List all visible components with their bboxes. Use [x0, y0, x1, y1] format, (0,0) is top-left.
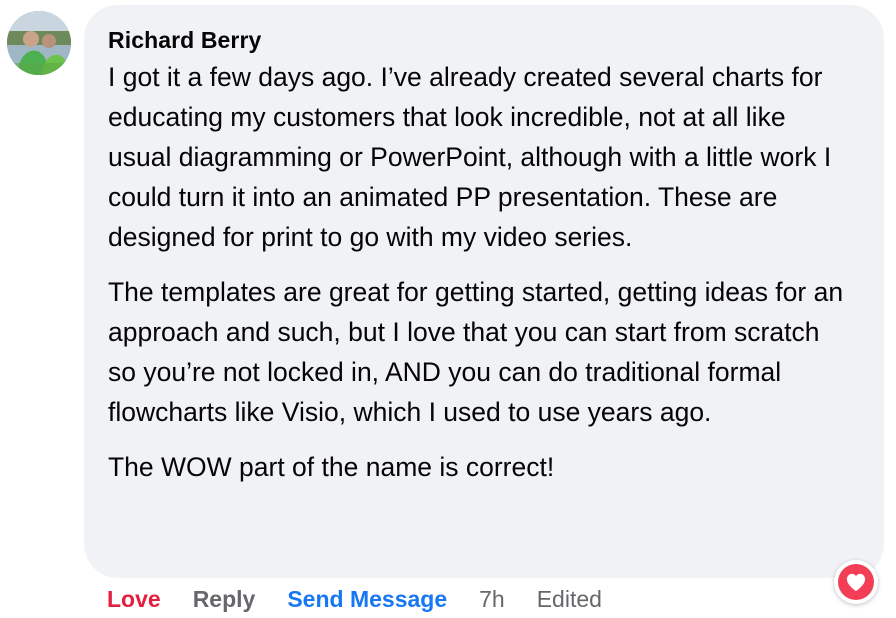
heart-icon — [846, 573, 866, 592]
edited-label[interactable]: Edited — [537, 586, 602, 613]
avatar-photo-icon — [7, 11, 71, 75]
comment-paragraph: The WOW part of the name is correct! — [108, 452, 555, 482]
love-reaction — [838, 564, 874, 600]
comment-body: I got it a few days ago. I’ve already cr… — [108, 57, 854, 487]
comment-paragraph: I got it a few days ago. I’ve already cr… — [108, 62, 832, 252]
comment-timestamp[interactable]: 7h — [479, 586, 505, 613]
comment-author[interactable]: Richard Berry — [108, 25, 854, 55]
send-message-button[interactable]: Send Message — [287, 586, 447, 613]
comment: Richard Berry I got it a few days ago. I… — [0, 0, 896, 618]
avatar[interactable] — [7, 11, 71, 75]
love-button[interactable]: Love — [107, 586, 161, 613]
comment-paragraph: The templates are great for getting star… — [108, 277, 844, 427]
comment-bubble: Richard Berry I got it a few days ago. I… — [84, 5, 884, 578]
reply-button[interactable]: Reply — [193, 586, 256, 613]
comment-actions: Love Reply Send Message 7h Edited — [107, 582, 602, 616]
reaction-badge[interactable] — [834, 560, 878, 604]
